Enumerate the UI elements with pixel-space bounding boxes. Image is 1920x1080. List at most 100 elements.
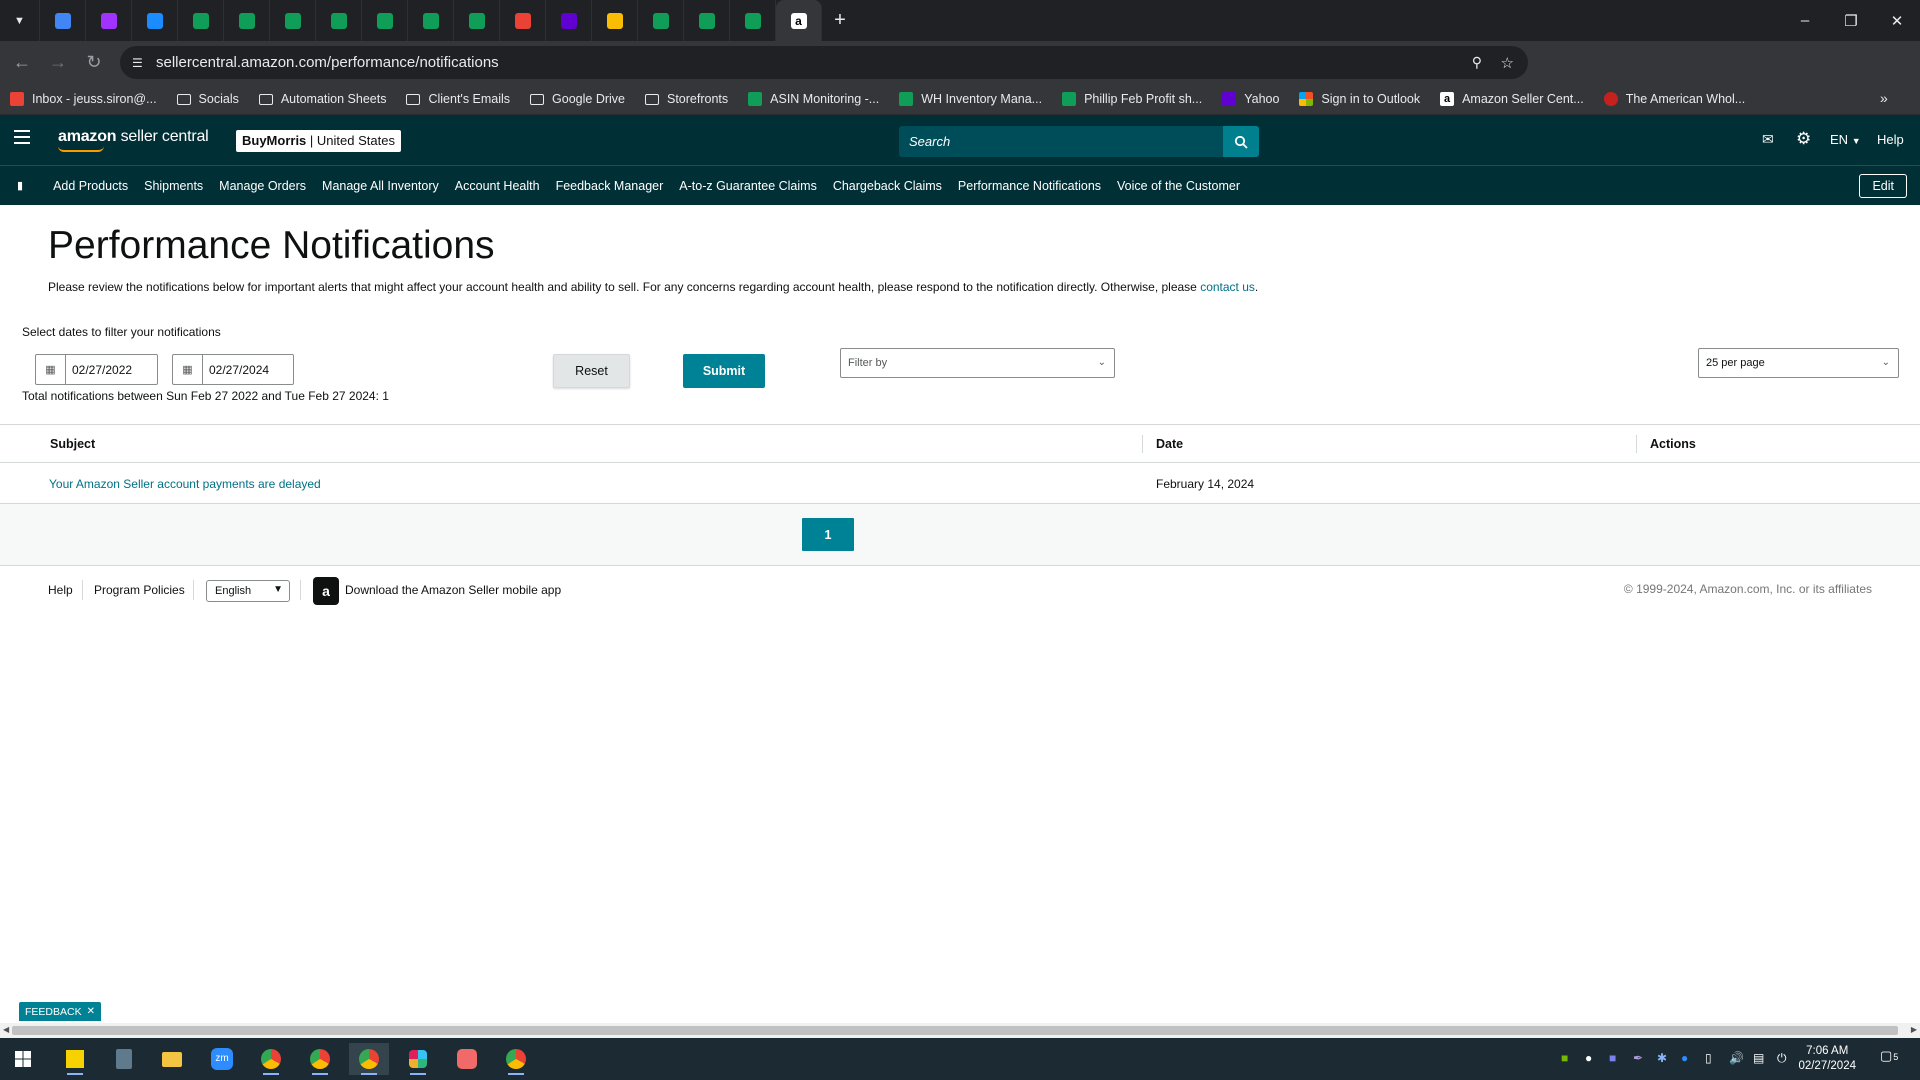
mail-icon[interactable]: ✉	[1762, 131, 1774, 148]
scrollbar-thumb[interactable]	[12, 1026, 1898, 1035]
browser-tab[interactable]	[454, 0, 500, 41]
date-to-picker[interactable]: ▦	[172, 354, 294, 385]
reload-icon[interactable]: ↻	[78, 47, 110, 79]
browser-tab[interactable]	[132, 0, 178, 41]
nav-item-a-to-z-guarantee-claims[interactable]: A-to-z Guarantee Claims	[679, 179, 817, 193]
browser-tab[interactable]	[178, 0, 224, 41]
contact-us-link[interactable]: contact us	[1200, 280, 1255, 294]
scroll-left-icon[interactable]: ◀	[3, 1025, 9, 1034]
download-app-link[interactable]: Download the Amazon Seller mobile app	[345, 583, 561, 597]
file-explorer-icon[interactable]	[152, 1043, 192, 1075]
chrome-icon[interactable]	[300, 1043, 340, 1075]
feedback-tab[interactable]: FEEDBACK ✕	[19, 1002, 101, 1021]
bookmark-item[interactable]: WH Inventory Mana...	[899, 92, 1042, 106]
filter-by-select[interactable]: Filter by ⌄	[840, 348, 1115, 378]
system-clock[interactable]: 7:06 AM 02/27/2024	[1798, 1044, 1856, 1074]
browser-tab[interactable]	[730, 0, 776, 41]
browser-tab[interactable]	[408, 0, 454, 41]
nav-item-add-products[interactable]: Add Products	[53, 179, 128, 193]
zoom-app-icon[interactable]: zm	[202, 1043, 242, 1075]
nav-item-feedback-manager[interactable]: Feedback Manager	[556, 179, 664, 193]
chrome-icon[interactable]	[496, 1043, 536, 1075]
language-selector[interactable]: EN ▼	[1830, 132, 1861, 147]
close-icon[interactable]: ✕	[87, 1006, 95, 1017]
bookmark-item[interactable]: Yahoo	[1222, 92, 1279, 106]
bookmark-item[interactable]: a Amazon Seller Cent...	[1440, 92, 1584, 106]
page-button-1[interactable]: 1	[802, 518, 854, 551]
windows-start-icon[interactable]	[3, 1043, 43, 1075]
sticky-notes-icon[interactable]	[55, 1043, 95, 1075]
back-icon[interactable]: ←	[6, 47, 38, 79]
browser-tab[interactable]: a	[776, 0, 822, 41]
calculator-icon[interactable]	[104, 1043, 144, 1075]
nav-item-account-health[interactable]: Account Health	[455, 179, 540, 193]
bookmark-icon[interactable]: ▮	[17, 179, 23, 192]
browser-tab[interactable]	[638, 0, 684, 41]
site-info-icon[interactable]: ☰	[132, 56, 143, 70]
nav-item-voice-of-the-customer[interactable]: Voice of the Customer	[1117, 179, 1240, 193]
chrome-icon[interactable]	[349, 1043, 389, 1075]
pen-icon[interactable]: ✒	[1633, 1051, 1643, 1065]
footer-language-select[interactable]: English ▼	[206, 580, 290, 602]
edit-nav-button[interactable]: Edit	[1859, 174, 1907, 198]
reset-button[interactable]: Reset	[553, 354, 630, 388]
column-header-date[interactable]: Date	[1156, 437, 1183, 451]
footer-help-link[interactable]: Help	[48, 583, 73, 597]
notification-center-icon[interactable]: ▢5	[1880, 1048, 1898, 1064]
bookmark-item[interactable]: Sign in to Outlook	[1299, 92, 1420, 106]
nav-item-shipments[interactable]: Shipments	[144, 179, 203, 193]
seller-central-logo[interactable]: amazon seller central	[58, 128, 209, 152]
nav-item-manage-all-inventory[interactable]: Manage All Inventory	[322, 179, 439, 193]
microphone-icon[interactable]: ⏻	[1777, 1051, 1787, 1066]
date-to-input[interactable]	[203, 362, 289, 377]
search-input[interactable]	[899, 134, 1219, 149]
network-icon[interactable]: ▤	[1753, 1051, 1764, 1065]
horizontal-scrollbar[interactable]: ◀ ▶	[0, 1023, 1920, 1038]
hamburger-menu-icon[interactable]	[14, 130, 30, 144]
address-bar[interactable]: ☰ sellercentral.amazon.com/performance/n…	[120, 46, 1528, 79]
nvidia-icon[interactable]: ■	[1561, 1051, 1568, 1065]
calendar-icon[interactable]: ▦	[173, 355, 203, 384]
more-bookmarks-icon[interactable]: »	[1880, 90, 1888, 106]
browser-tab[interactable]	[40, 0, 86, 41]
search-button[interactable]	[1223, 126, 1259, 157]
zoom-icon[interactable]: ⚲	[1472, 54, 1482, 71]
bookmark-item[interactable]: Storefronts	[645, 92, 728, 106]
restore-icon[interactable]: ❐	[1828, 0, 1874, 41]
asana-icon[interactable]	[447, 1043, 487, 1075]
slack-icon[interactable]	[398, 1043, 438, 1075]
browser-tab[interactable]	[592, 0, 638, 41]
date-from-picker[interactable]: ▦	[35, 354, 158, 385]
zoom-tray-icon[interactable]: ●	[1681, 1051, 1688, 1065]
people-icon[interactable]: ●	[1585, 1051, 1592, 1065]
browser-tab[interactable]	[270, 0, 316, 41]
bookmark-item[interactable]: Inbox - jeuss.siron@...	[10, 92, 157, 106]
bookmark-item[interactable]: The American Whol...	[1603, 92, 1745, 106]
browser-tab[interactable]	[684, 0, 730, 41]
bookmark-item[interactable]: Google Drive	[530, 92, 625, 106]
browser-tab[interactable]	[224, 0, 270, 41]
nav-item-manage-orders[interactable]: Manage Orders	[219, 179, 306, 193]
date-from-input[interactable]	[66, 362, 152, 377]
bookmark-star-icon[interactable]: ☆	[1501, 54, 1514, 72]
browser-tab[interactable]	[500, 0, 546, 41]
bookmark-item[interactable]: Socials	[176, 92, 239, 106]
bluetooth-icon[interactable]: ✱	[1657, 1051, 1667, 1065]
teams-icon[interactable]: ■	[1609, 1051, 1616, 1065]
column-header-subject[interactable]: Subject	[50, 437, 95, 451]
store-switcher[interactable]: BuyMorris | United States	[236, 130, 401, 152]
browser-tab[interactable]	[316, 0, 362, 41]
bookmark-item[interactable]: Phillip Feb Profit sh...	[1062, 92, 1202, 106]
url-text[interactable]: sellercentral.amazon.com/performance/not…	[156, 54, 499, 71]
help-link[interactable]: Help	[1877, 132, 1904, 147]
nav-item-chargeback-claims[interactable]: Chargeback Claims	[833, 179, 942, 193]
chrome-icon[interactable]	[251, 1043, 291, 1075]
bookmark-item[interactable]: ASIN Monitoring -...	[748, 92, 879, 106]
browser-tab[interactable]	[86, 0, 132, 41]
program-policies-link[interactable]: Program Policies	[94, 583, 185, 597]
nav-item-performance-notifications[interactable]: Performance Notifications	[958, 179, 1101, 193]
minimize-icon[interactable]: –	[1782, 0, 1828, 41]
notification-subject-link[interactable]: Your Amazon Seller account payments are …	[49, 477, 321, 491]
battery-icon[interactable]: ▯	[1705, 1051, 1712, 1065]
calendar-icon[interactable]: ▦	[36, 355, 66, 384]
